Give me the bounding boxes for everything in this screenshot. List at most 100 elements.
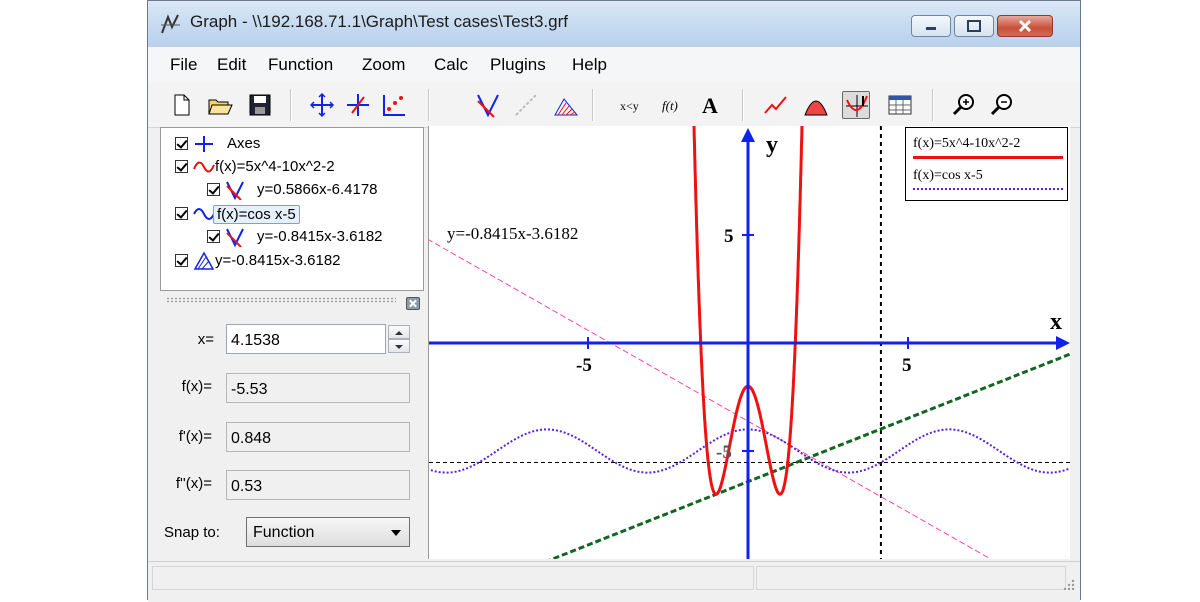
f2-value-field: 0.53: [226, 470, 410, 500]
graph-app-icon: [161, 14, 180, 34]
function-fx-icon: f(t): [662, 98, 678, 113]
grip-dots: [166, 297, 396, 303]
checkbox[interactable]: [207, 183, 220, 196]
zoom-out-icon: [990, 94, 1012, 116]
f1-value-field: 0.848: [226, 422, 410, 452]
text-label-icon: A: [702, 93, 718, 118]
menu-function[interactable]: Function: [268, 55, 333, 75]
checkbox[interactable]: [175, 207, 188, 220]
maximize-button[interactable]: [954, 15, 994, 37]
zoom-out-button[interactable]: [988, 91, 1016, 119]
point-series-button[interactable]: [380, 91, 408, 119]
open-folder-icon: [208, 99, 233, 115]
shading-icon: [554, 98, 579, 116]
menu-help[interactable]: Help: [572, 55, 607, 75]
tangent-icon: [226, 181, 244, 200]
tangent-icon: [226, 228, 244, 247]
x-spinner[interactable]: [388, 324, 410, 354]
x-tick-label: -5: [576, 355, 592, 376]
tree-item-label: f(x)=cos x-5: [213, 205, 300, 224]
area-icon: [804, 100, 828, 116]
axes-icon: [195, 136, 213, 152]
menu-edit[interactable]: Edit: [217, 55, 246, 75]
menu-calc[interactable]: Calc: [434, 55, 468, 75]
y-axis-label: y: [766, 132, 778, 158]
insert-custom-function-button[interactable]: f(t): [660, 91, 688, 119]
snap-value: Function: [253, 524, 315, 541]
panel-splitter[interactable]: [160, 293, 424, 307]
x-axis-arrow-icon: [1056, 336, 1070, 350]
window-title: Graph - \\192.168.71.1\Graph\Test cases\…: [190, 12, 568, 31]
f-label: f(x)=: [181, 378, 212, 395]
insert-axes-button[interactable]: [308, 91, 336, 119]
checkbox[interactable]: [175, 160, 188, 173]
evaluate-icon: [846, 95, 868, 117]
tree-item-label: y=-0.8415x-3.6182: [215, 252, 341, 269]
relation-icon: [193, 251, 215, 270]
status-pane-main: [152, 566, 754, 590]
maximize-icon: [967, 20, 981, 32]
toolbar-separator: [428, 89, 430, 121]
legend-swatch-purple: [913, 188, 1063, 190]
grid-axes-button[interactable]: [344, 91, 372, 119]
x-axis-label: x: [1050, 309, 1062, 335]
evaluate-button[interactable]: [842, 91, 870, 119]
insert-label-button[interactable]: A: [698, 91, 726, 119]
legend-entry-label: f(x)=cos x-5: [913, 168, 983, 183]
insert-tangent-button[interactable]: [474, 91, 502, 119]
table-button[interactable]: [886, 91, 914, 119]
tangent-annotation: y=-0.8415x-3.6182: [447, 224, 578, 243]
tree-item-label: Axes: [227, 135, 261, 152]
f1-label: f'(x)=: [178, 428, 212, 445]
status-bar: [148, 561, 1080, 602]
x-value-input[interactable]: 4.1538: [226, 324, 386, 354]
legend-entry-label: f(x)=5x^4-10x^2-2: [913, 136, 1021, 151]
new-file-button[interactable]: [168, 91, 196, 119]
toolbar-separator: [290, 89, 292, 121]
tree-item-label: f(x)=5x^4-10x^2-2: [215, 158, 335, 175]
open-file-button[interactable]: [206, 91, 234, 119]
trendline-button[interactable]: [762, 91, 790, 119]
axes-grid-icon: [347, 94, 369, 116]
resize-grip-icon[interactable]: [1062, 578, 1076, 592]
y-tick-label: -5: [716, 442, 732, 463]
close-panel-icon[interactable]: [406, 297, 420, 310]
save-disk-icon: [249, 94, 271, 116]
x-label: x=: [197, 331, 214, 348]
close-button[interactable]: [997, 15, 1053, 37]
minimize-button[interactable]: [911, 15, 951, 37]
legend[interactable]: f(x)=5x^4-10x^2-2 f(x)=cos x-5: [905, 127, 1068, 201]
insert-relation-button[interactable]: [512, 91, 540, 119]
title-bar[interactable]: Graph - \\192.168.71.1\Graph\Test cases\…: [148, 1, 1080, 48]
y-tick-label: 5: [724, 226, 734, 247]
legend-swatch-red: [913, 156, 1063, 159]
f-value-field: -5.53: [226, 373, 410, 403]
area-button[interactable]: [802, 91, 830, 119]
checkbox[interactable]: [207, 230, 220, 243]
zoom-in-icon: [952, 94, 974, 116]
sine-wave-icon: [193, 208, 215, 220]
spin-down-icon[interactable]: [388, 339, 410, 353]
menu-zoom[interactable]: Zoom: [362, 55, 405, 75]
svg-text:f(t): f(t): [662, 98, 678, 113]
spin-up-icon[interactable]: [388, 325, 410, 339]
insert-shading-button[interactable]: [552, 91, 580, 119]
x-tick-label: 5: [902, 355, 912, 376]
menu-plugins[interactable]: Plugins: [490, 55, 546, 75]
minimize-icon: [926, 27, 936, 30]
checkbox[interactable]: [175, 137, 188, 150]
save-button[interactable]: [246, 91, 274, 119]
insert-point-series-button[interactable]: x<y: [618, 91, 646, 119]
snap-to-select[interactable]: Function: [246, 517, 410, 547]
function-list[interactable]: Axes f(x)=5x^4-10x^2-2 y=0.5866x-6.4178 …: [160, 127, 424, 291]
f2-label: f''(x)=: [175, 475, 212, 492]
point-series-icon: [383, 95, 405, 116]
zoom-in-button[interactable]: [950, 91, 978, 119]
chevron-down-icon: [391, 530, 401, 536]
toolbar-separator: [592, 89, 594, 121]
sine-wave-icon: [193, 161, 215, 173]
xy-series-icon: x<y: [620, 99, 639, 113]
checkbox[interactable]: [175, 254, 188, 267]
new-file-icon: [174, 94, 190, 116]
menu-file[interactable]: File: [170, 55, 197, 75]
